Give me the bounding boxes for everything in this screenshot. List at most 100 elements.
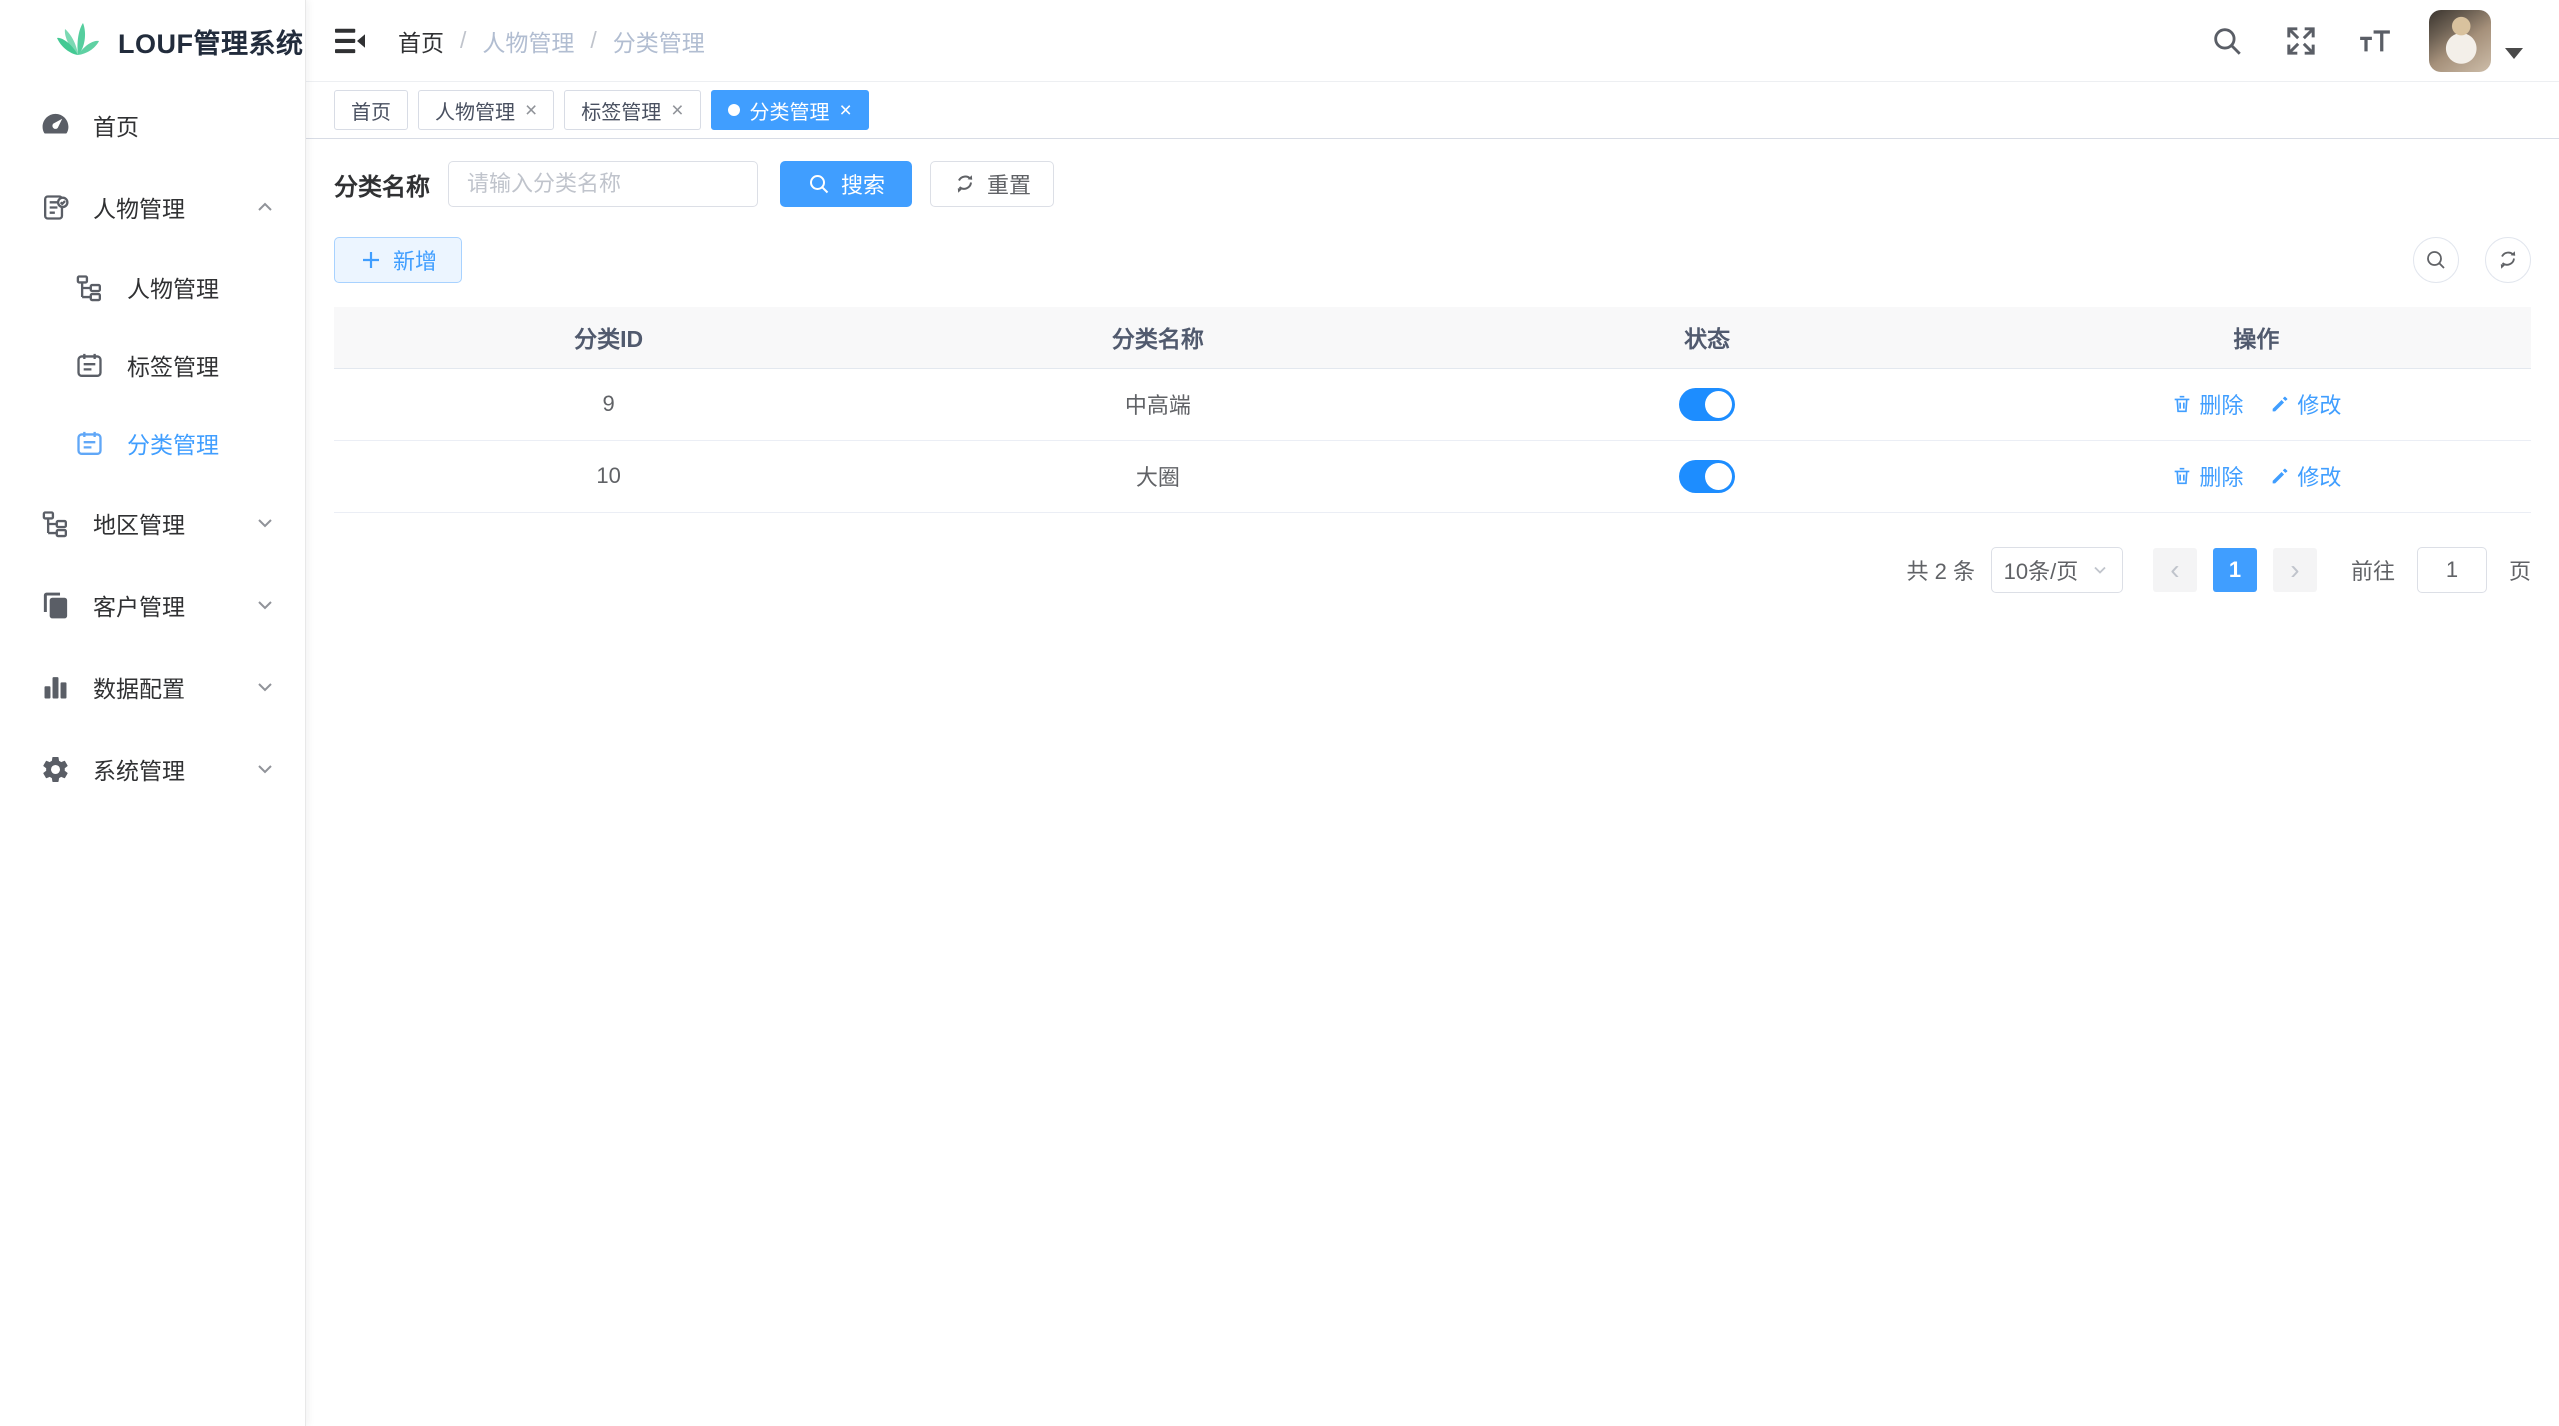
sidebar-item-customer[interactable]: 客户管理 <box>0 564 305 646</box>
column-header-name: 分类名称 <box>883 307 1432 368</box>
cell-category-id: 10 <box>334 440 883 512</box>
status-toggle[interactable] <box>1679 460 1735 493</box>
category-table: 分类ID 分类名称 状态 操作 9 中高端 <box>334 307 2531 513</box>
delete-link[interactable]: 删除 <box>2171 388 2243 420</box>
chevron-down-icon <box>253 593 277 617</box>
fullscreen-button[interactable] <box>2281 21 2321 61</box>
prev-page-button[interactable]: ‹ <box>2153 548 2197 592</box>
search-button[interactable]: 搜索 <box>780 161 912 207</box>
goto-suffix: 页 <box>2509 554 2531 586</box>
breadcrumb-separator: / <box>590 27 596 54</box>
sidebar-subitem-label: 分类管理 <box>127 426 219 460</box>
font-size-icon <box>2356 24 2394 58</box>
tree-icon <box>74 272 105 303</box>
search-icon <box>807 172 831 196</box>
sidebar-item-label: 首页 <box>93 108 277 142</box>
sidebar-subitem-tag[interactable]: 标签管理 <box>0 326 305 404</box>
fullscreen-icon <box>2284 24 2318 58</box>
sidebar-item-label: 客户管理 <box>93 588 231 622</box>
font-size-button[interactable] <box>2355 21 2395 61</box>
sidebar-item-system[interactable]: 系统管理 <box>0 728 305 810</box>
navbar: 首页 / 人物管理 / 分类管理 <box>306 0 2559 82</box>
search-button-label: 搜索 <box>841 168 885 200</box>
logo-title: LOUF管理系统 <box>118 22 304 61</box>
table-search-toggle-button[interactable] <box>2413 237 2459 283</box>
sidebar-menu: 首页 人物管理 <box>0 82 305 810</box>
plus-icon <box>359 248 383 272</box>
goto-label: 前往 <box>2351 554 2395 586</box>
collapse-sidebar-icon[interactable] <box>332 23 368 59</box>
chevron-down-icon <box>2090 560 2110 580</box>
tab-label: 标签管理 <box>581 96 661 125</box>
sidebar-subitem-person[interactable]: 人物管理 <box>0 248 305 326</box>
table-refresh-button[interactable] <box>2485 237 2531 283</box>
calendar-icon <box>74 428 105 459</box>
tab-close-icon[interactable]: × <box>525 100 537 121</box>
table-row: 10 大圈 删除 <box>334 440 2531 512</box>
goto-page-input[interactable] <box>2417 547 2487 593</box>
next-page-button[interactable]: › <box>2273 548 2317 592</box>
add-button[interactable]: 新增 <box>334 237 462 283</box>
column-header-actions: 操作 <box>1982 307 2531 368</box>
calendar-icon <box>74 350 105 381</box>
category-name-input[interactable] <box>448 161 758 207</box>
chevron-down-icon <box>253 511 277 535</box>
tab-category-management[interactable]: 分类管理 × <box>711 90 869 130</box>
sidebar-item-data-config[interactable]: 数据配置 <box>0 646 305 728</box>
edit-link-label: 修改 <box>2297 460 2341 492</box>
sidebar-item-label: 系统管理 <box>93 752 231 786</box>
pencil-icon <box>2269 465 2291 487</box>
pagination: 共 2 条 10条/页 ‹ 1 › 前往 页 <box>334 547 2531 593</box>
search-icon <box>2210 24 2244 58</box>
tab-close-icon[interactable]: × <box>840 100 852 121</box>
sidebar-item-label: 地区管理 <box>93 506 231 540</box>
refresh-icon <box>953 172 977 196</box>
user-menu[interactable] <box>2429 10 2523 72</box>
table-row: 9 中高端 删除 <box>334 368 2531 440</box>
chevron-up-icon <box>253 195 277 219</box>
table-toolbar: 新增 <box>334 237 2531 283</box>
dashboard-icon <box>40 110 71 141</box>
sidebar-item-person-management[interactable]: 人物管理 <box>0 166 305 248</box>
table-header-row: 分类ID 分类名称 状态 操作 <box>334 307 2531 368</box>
sidebar-item-region[interactable]: 地区管理 <box>0 482 305 564</box>
status-toggle[interactable] <box>1679 388 1735 421</box>
breadcrumb-separator: / <box>460 27 466 54</box>
pagination-total: 共 2 条 <box>1907 554 1975 586</box>
sidebar-item-label: 人物管理 <box>93 190 231 224</box>
tree-icon <box>40 508 71 539</box>
delete-link[interactable]: 删除 <box>2171 460 2243 492</box>
header-search-button[interactable] <box>2207 21 2247 61</box>
sidebar-item-home[interactable]: 首页 <box>0 84 305 166</box>
trash-icon <box>2171 393 2193 415</box>
active-tab-dot <box>728 104 740 116</box>
tab-home[interactable]: 首页 <box>334 90 408 130</box>
tab-label: 首页 <box>351 96 391 125</box>
tab-close-icon[interactable]: × <box>671 100 683 121</box>
page-1-button[interactable]: 1 <box>2213 548 2257 592</box>
avatar[interactable] <box>2429 10 2491 72</box>
tab-label: 分类管理 <box>750 96 830 125</box>
sidebar-subitem-label: 人物管理 <box>127 270 219 304</box>
table-tools <box>2413 237 2531 283</box>
breadcrumb-item-category: 分类管理 <box>613 24 705 58</box>
pencil-icon <box>2269 393 2291 415</box>
column-header-id: 分类ID <box>334 307 883 368</box>
chevron-down-icon <box>253 757 277 781</box>
page-size-value: 10条/页 <box>2004 554 2079 586</box>
edit-link[interactable]: 修改 <box>2269 388 2341 420</box>
breadcrumb-item-person: 人物管理 <box>482 24 574 58</box>
logo[interactable]: LOUF管理系统 <box>0 0 305 82</box>
tab-person-management[interactable]: 人物管理 × <box>418 90 554 130</box>
sidebar-subitem-label: 标签管理 <box>127 348 219 382</box>
sidebar-subitem-category[interactable]: 分类管理 <box>0 404 305 482</box>
edit-link[interactable]: 修改 <box>2269 460 2341 492</box>
search-icon <box>2424 248 2448 272</box>
tab-tag-management[interactable]: 标签管理 × <box>564 90 700 130</box>
page-size-select[interactable]: 10条/页 <box>1991 547 2123 593</box>
breadcrumb: 首页 / 人物管理 / 分类管理 <box>398 24 705 58</box>
cell-category-name: 大圈 <box>883 440 1432 512</box>
main-area: 首页 / 人物管理 / 分类管理 <box>306 0 2559 1426</box>
breadcrumb-item-home[interactable]: 首页 <box>398 24 444 58</box>
reset-button[interactable]: 重置 <box>930 161 1054 207</box>
